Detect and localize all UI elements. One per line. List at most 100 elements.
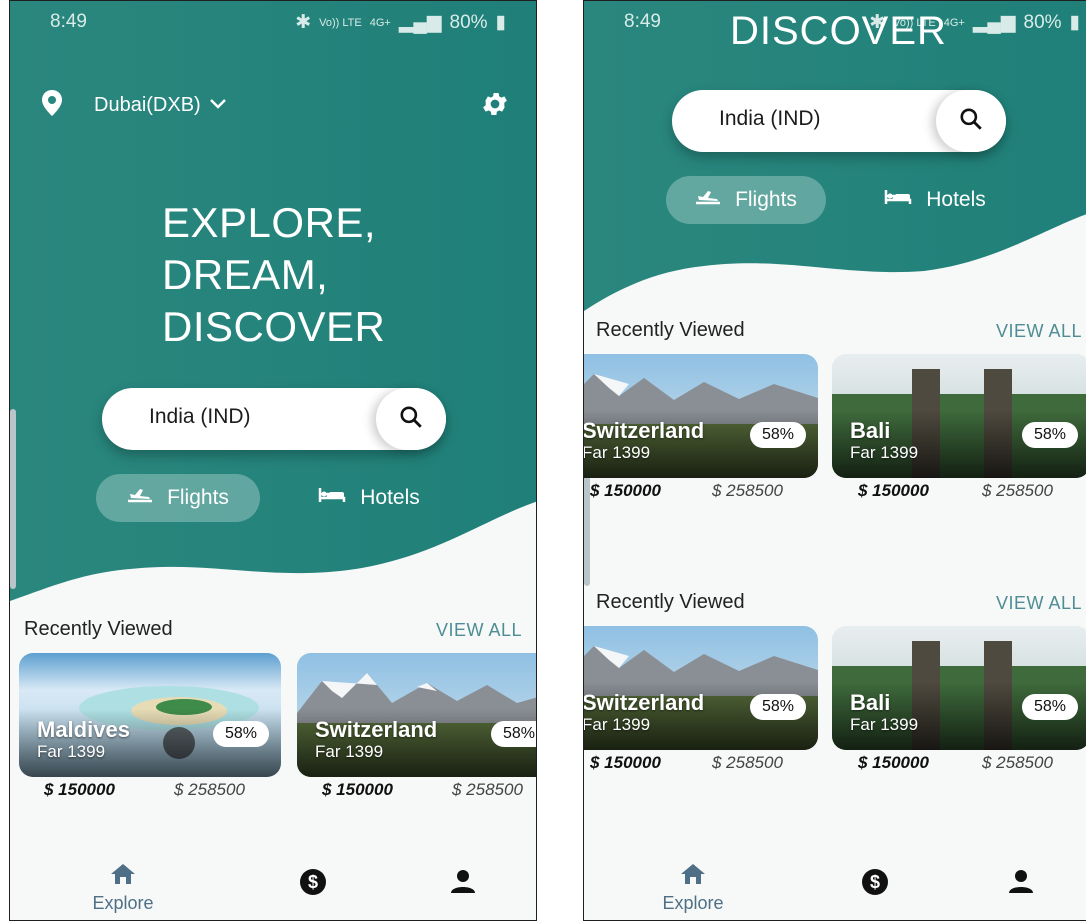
user-icon (449, 870, 477, 898)
search-button[interactable] (376, 388, 446, 450)
tab-hotels[interactable]: Hotels (302, 474, 436, 522)
discount-badge: 58% (1021, 694, 1078, 720)
airplane-icon (695, 187, 721, 213)
home-icon (679, 864, 707, 890)
recently-viewed-title: Recently Viewed (24, 618, 173, 640)
headline-line-3: DISCOVER (162, 303, 386, 350)
card-old-price: $ 258500 (982, 753, 1053, 772)
card-title: Bali (850, 690, 891, 715)
discount-badge: 58% (490, 721, 536, 747)
destination-card[interactable]: Maldives Far 1399 58% (19, 653, 281, 777)
card-old-price: $ 258500 (712, 481, 783, 500)
search-input[interactable]: India (IND) (102, 388, 446, 450)
card-old-price: $ 258500 (452, 780, 523, 799)
headline-line-2: DREAM, (162, 251, 329, 298)
card-price: $ 150000 (590, 481, 661, 500)
signal-icon: ▂▄▆ (398, 12, 442, 33)
card-old-price: $ 258500 (174, 780, 245, 799)
card-price: $ 150000 (858, 753, 929, 772)
destination-card[interactable]: Switzerland Far 1399 58% (583, 354, 818, 478)
bed-icon (318, 486, 346, 510)
network-type: 4G+ (369, 16, 391, 29)
nav-explore-label: Explore (92, 893, 154, 913)
battery-text: 80% (1023, 11, 1062, 33)
view-all-link[interactable]: VIEW ALL (436, 620, 522, 641)
location-pin-icon (40, 89, 64, 122)
search-input[interactable]: India (IND) (672, 90, 1006, 152)
dollar-icon: $ (861, 869, 889, 900)
card-title: Maldives (37, 717, 130, 742)
bottom-nav: Explore $ (10, 850, 536, 920)
destination-card[interactable]: Bali Far 1399 58% (832, 626, 1086, 750)
chevron-down-icon (209, 97, 227, 115)
search-icon (958, 106, 984, 137)
location-selector[interactable]: Dubai(DXB) (40, 89, 227, 122)
status-bar: 8:49 ✱ Vo)) LTE 4G+ ▂▄▆ 80% ▮ (10, 1, 536, 45)
card-subtitle: Far 1399 (850, 443, 919, 462)
headline-discover: DISCOVER (730, 9, 947, 53)
card-title: Switzerland (583, 690, 705, 715)
signal-icon: ▂▄▆ (972, 12, 1016, 33)
user-icon (1007, 870, 1035, 898)
status-time: 8:49 (624, 11, 661, 32)
phone-screen-left: 8:49 ✱ Vo)) LTE 4G+ ▂▄▆ 80% ▮ Dubai(DXB)… (9, 0, 537, 921)
nav-explore[interactable]: Explore (658, 862, 728, 914)
card-price: $ 150000 (590, 753, 661, 772)
card-title: Switzerland (583, 418, 705, 443)
card-price: $ 150000 (322, 780, 393, 799)
search-button[interactable] (936, 90, 1006, 152)
status-time: 8:49 (50, 11, 87, 32)
discount-badge: 58% (1021, 422, 1078, 448)
discount-badge: 58% (749, 422, 806, 448)
scroll-indicator[interactable] (10, 409, 16, 589)
network-label: Vo)) LTE (319, 16, 362, 29)
card-price: $ 150000 (44, 780, 115, 799)
tab-hotels[interactable]: Hotels (868, 176, 1002, 224)
card-subtitle: Far 1399 (37, 742, 106, 761)
card-old-price: $ 258500 (982, 481, 1053, 500)
bottom-nav: Explore $ (584, 850, 1086, 920)
tab-flights[interactable]: Flights (96, 474, 260, 522)
search-value: India (IND) (149, 405, 251, 428)
search-value: India (IND) (719, 107, 821, 130)
headline: EXPLORE, DREAM, DISCOVER (162, 197, 385, 353)
battery-text: 80% (449, 11, 488, 33)
home-icon (109, 864, 137, 890)
status-icons: ✱ Vo)) LTE 4G+ ▂▄▆ 80% ▮ (295, 11, 506, 34)
nav-deals[interactable]: $ (860, 868, 890, 901)
nav-explore-label: Explore (662, 893, 724, 913)
battery-icon: ▮ (1069, 12, 1080, 33)
tab-flights-label: Flights (167, 486, 229, 509)
recently-viewed-title: Recently Viewed (596, 319, 745, 341)
tab-hotels-label: Hotels (926, 188, 986, 211)
svg-text:$: $ (870, 872, 880, 892)
recently-viewed-title: Recently Viewed (596, 591, 745, 613)
view-all-link[interactable]: VIEW ALL (996, 593, 1082, 614)
gear-icon[interactable] (480, 89, 510, 124)
nav-explore[interactable]: Explore (88, 862, 158, 914)
phone-screen-right: 8:49 ✱ Vo)) LTE 4G+ ▂▄▆ 80% ▮ DISCOVER I… (583, 0, 1086, 921)
nav-deals[interactable]: $ (298, 868, 328, 901)
search-icon (398, 404, 424, 435)
battery-icon: ▮ (495, 12, 506, 33)
discount-badge: 58% (749, 694, 806, 720)
discount-badge: 58% (212, 721, 269, 747)
location-label: Dubai(DXB) (94, 94, 201, 116)
card-subtitle: Far 1399 (315, 742, 384, 761)
card-title: Switzerland (315, 717, 438, 742)
card-title: Bali (850, 418, 891, 443)
destination-card[interactable]: Switzerland Far 1399 58% (297, 653, 536, 777)
nav-profile[interactable] (448, 868, 478, 899)
destination-card[interactable]: Bali Far 1399 58% (832, 354, 1086, 478)
dollar-icon: $ (299, 869, 327, 900)
nav-profile[interactable] (1006, 868, 1036, 899)
view-all-link[interactable]: VIEW ALL (996, 321, 1082, 342)
card-old-price: $ 258500 (712, 753, 783, 772)
tab-hotels-label: Hotels (360, 486, 420, 509)
card-subtitle: Far 1399 (850, 715, 919, 734)
bluetooth-icon: ✱ (295, 12, 312, 33)
airplane-icon (127, 485, 153, 511)
tab-flights-label: Flights (735, 188, 797, 211)
tab-flights[interactable]: Flights (666, 176, 826, 224)
destination-card[interactable]: Switzerland Far 1399 58% (583, 626, 818, 750)
